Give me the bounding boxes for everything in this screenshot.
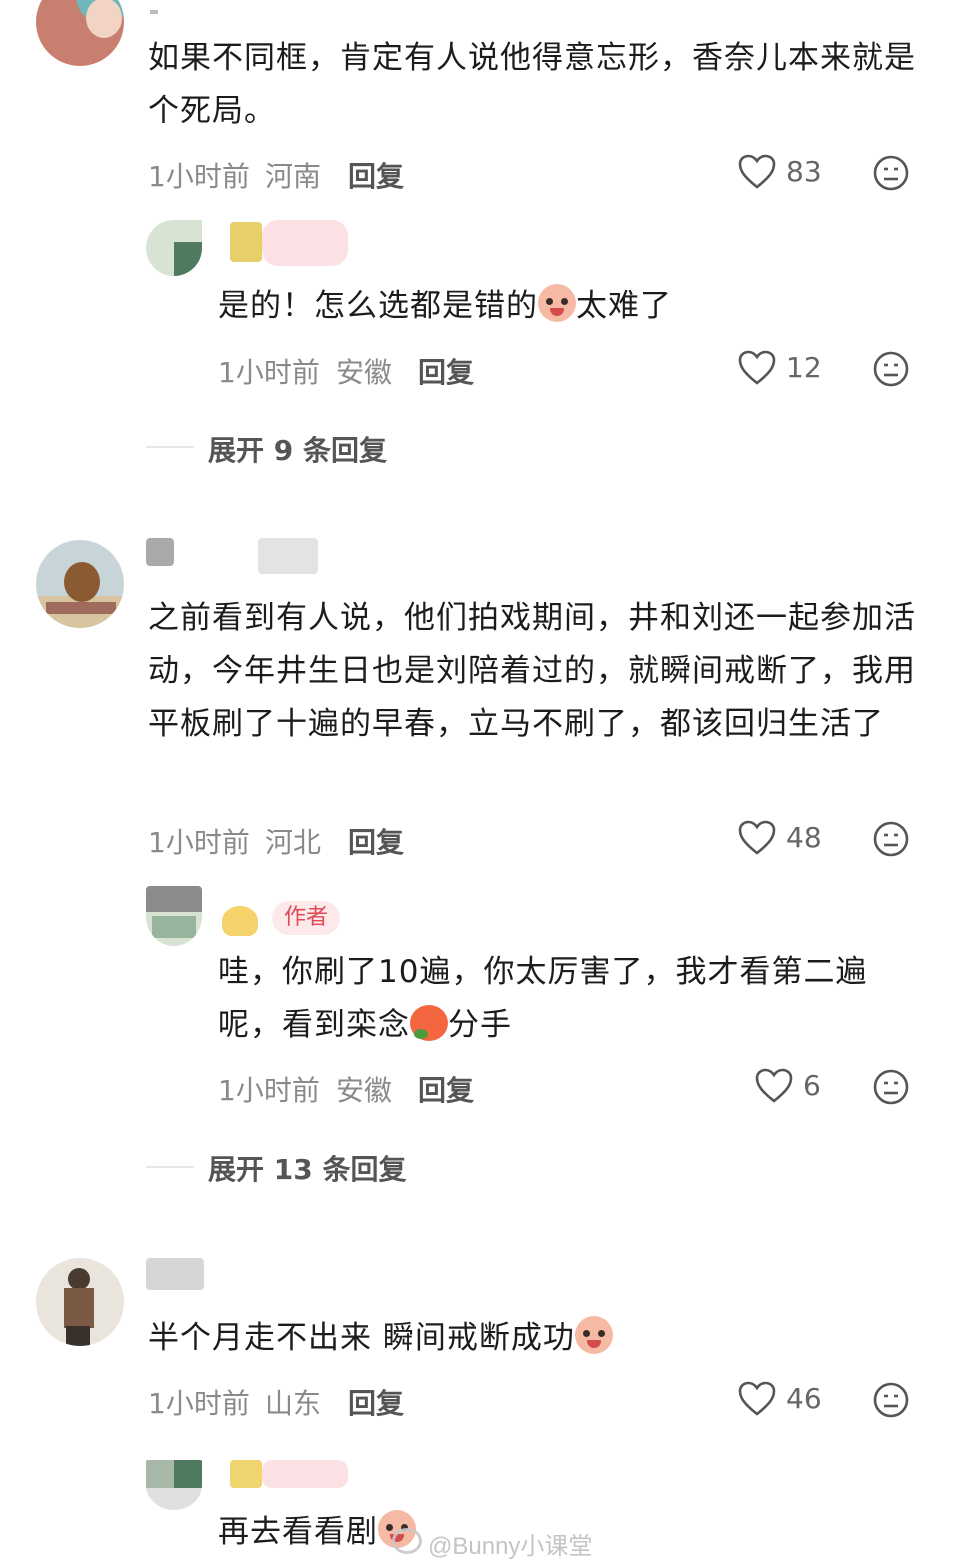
reply-time: 1小时前	[218, 356, 320, 389]
weibo-logo-icon	[392, 1528, 422, 1554]
like-count: 83	[786, 155, 822, 188]
heart-icon[interactable]	[755, 1068, 793, 1104]
author-badge: 作者	[272, 901, 341, 935]
peach-icon	[410, 1005, 448, 1041]
expand-replies-button[interactable]: 展开 9 条回复	[208, 429, 387, 469]
divider	[146, 446, 194, 448]
reply-location: 安徽	[336, 356, 393, 389]
reply-location: 安徽	[336, 1074, 393, 1107]
like-count: 46	[786, 1382, 822, 1415]
comment-text: 如果不同框，肯定有人说他得意忘形，香奈儿本来就是个死局。	[148, 40, 916, 129]
reply-button[interactable]: 回复	[418, 351, 474, 391]
expand-replies-button[interactable]: 展开 13 条回复	[208, 1148, 406, 1188]
comment-time: 1小时前	[148, 826, 250, 859]
heart-icon[interactable]	[738, 1381, 776, 1417]
reply-time: 1小时前	[218, 1074, 320, 1107]
reply-text-content: 再去看看剧	[218, 1514, 378, 1550]
avatar[interactable]	[36, 540, 124, 628]
comment-text-content: 半个月走不出来 瞬间戒断成功	[148, 1320, 575, 1356]
like-count: 48	[786, 821, 822, 854]
username-blur	[262, 1460, 348, 1488]
username-blur	[258, 538, 318, 574]
avatar[interactable]	[146, 220, 202, 276]
reply-text: 是的！怎么选都是错的 太难了	[218, 280, 918, 333]
comment-location: 山东	[265, 1387, 322, 1420]
crying-face-icon	[574, 1316, 613, 1354]
avatar[interactable]	[146, 1460, 202, 1510]
comment-time: 1小时前	[148, 160, 250, 193]
reply-text-tail: 分手	[448, 1007, 512, 1043]
reply-text: 哇，你刷了10遍，你太厉害了，我才看第二遍呢，看到栾念 分手	[218, 946, 928, 1052]
username[interactable]	[146, 1258, 204, 1290]
neutral-face-icon[interactable]	[872, 1068, 910, 1106]
divider	[146, 1166, 194, 1168]
reply-button[interactable]: 回复	[418, 1069, 474, 1109]
username[interactable]	[222, 906, 258, 936]
username[interactable]	[146, 538, 174, 566]
username-blur	[262, 220, 348, 266]
heart-icon[interactable]	[738, 820, 776, 856]
like-count: 6	[803, 1069, 821, 1102]
comment-text: 半个月走不出来 瞬间戒断成功	[148, 1312, 928, 1365]
username[interactable]	[230, 222, 262, 262]
reply-text-tail: 太难了	[576, 288, 672, 324]
neutral-face-icon[interactable]	[872, 820, 910, 858]
heart-icon[interactable]	[738, 154, 776, 190]
comment-location: 河南	[265, 160, 322, 193]
reply-text-content: 是的！怎么选都是错的	[218, 288, 538, 324]
avatar[interactable]	[36, 1258, 124, 1346]
avatar[interactable]	[146, 886, 202, 946]
username[interactable]	[230, 1460, 262, 1488]
neutral-face-icon[interactable]	[872, 154, 910, 192]
avatar[interactable]	[36, 0, 124, 66]
reply-text-content: 哇，你刷了10遍，你太厉害了，我才看第二遍呢，看到栾念	[218, 954, 868, 1043]
comment-time: 1小时前	[148, 1387, 250, 1420]
reply-button[interactable]: 回复	[348, 155, 404, 195]
heart-icon[interactable]	[738, 350, 776, 386]
comment-text: 之前看到有人说，他们拍戏期间，井和刘还一起参加活动，今年井生日也是刘陪着过的，就…	[148, 600, 916, 742]
reply-button[interactable]: 回复	[348, 821, 404, 861]
like-count: 12	[786, 351, 822, 384]
crying-face-icon	[538, 284, 576, 322]
comment-location: 河北	[265, 826, 322, 859]
reply-button[interactable]: 回复	[348, 1382, 404, 1422]
neutral-face-icon[interactable]	[872, 350, 910, 388]
neutral-face-icon[interactable]	[872, 1381, 910, 1419]
watermark: @Bunny小课堂	[428, 1533, 593, 1560]
username[interactable]	[150, 10, 158, 14]
